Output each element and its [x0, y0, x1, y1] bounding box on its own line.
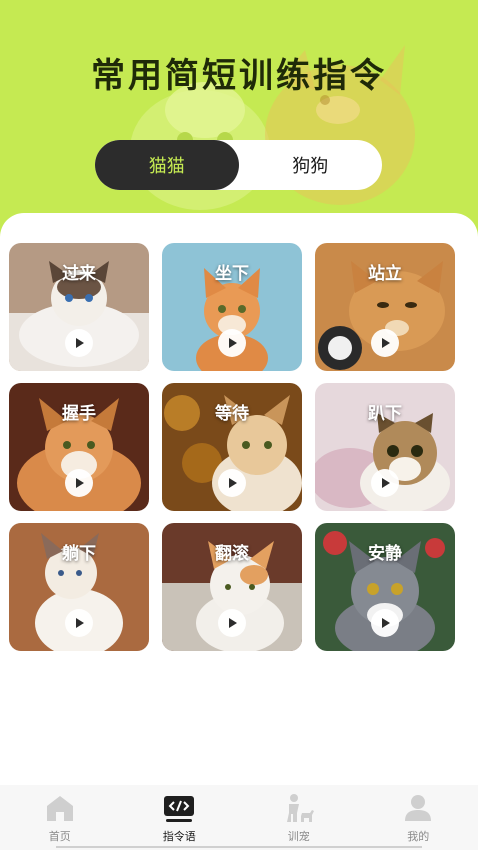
- bottom-tab-bar: 首页 指令语 训宠 我的: [0, 785, 478, 850]
- tab-train[interactable]: 训宠: [239, 785, 359, 850]
- play-icon[interactable]: [371, 469, 399, 497]
- command-label: 握手: [62, 404, 96, 424]
- command-card-quiet[interactable]: 安静: [315, 523, 455, 651]
- command-card-wait[interactable]: 等待: [162, 383, 302, 511]
- command-label: 躺下: [62, 544, 96, 564]
- play-icon[interactable]: [218, 609, 246, 637]
- tab-label: 指令语: [162, 830, 196, 843]
- tab-cat[interactable]: 猫猫: [95, 140, 239, 190]
- tab-label: 首页: [48, 830, 71, 843]
- page-title: 常用简短训练指令: [91, 56, 387, 96]
- tab-dog[interactable]: 狗狗: [239, 140, 383, 190]
- tab-commands[interactable]: 指令语: [120, 785, 240, 850]
- command-label: 安静: [368, 544, 402, 564]
- command-grid: 过来 坐下 站立 握手 等待 趴下 躺下 翻滚 安静: [9, 243, 455, 651]
- command-label: 坐下: [215, 264, 249, 284]
- home-icon: [46, 796, 73, 821]
- pet-type-switch[interactable]: 猫猫 狗狗: [95, 140, 382, 190]
- command-card-come[interactable]: 过来: [9, 243, 149, 371]
- header-banner: [0, 0, 478, 240]
- command-card-shake[interactable]: 握手: [9, 383, 149, 511]
- home-indicator: [56, 846, 422, 848]
- play-icon[interactable]: [218, 469, 246, 497]
- command-label: 翻滚: [215, 544, 249, 564]
- code-icon: [164, 796, 195, 822]
- tab-me[interactable]: 我的: [359, 785, 478, 850]
- command-label: 过来: [62, 264, 96, 284]
- tab-label: 我的: [407, 830, 430, 843]
- play-icon[interactable]: [65, 469, 93, 497]
- command-card-stand[interactable]: 站立: [315, 243, 455, 371]
- command-card-sit[interactable]: 坐下: [162, 243, 302, 371]
- play-icon[interactable]: [65, 609, 93, 637]
- command-label: 等待: [215, 404, 249, 424]
- play-icon[interactable]: [65, 329, 93, 357]
- command-panel: 过来 坐下 站立 握手 等待 趴下 躺下 翻滚 安静: [0, 213, 478, 813]
- person-dog-icon: [286, 794, 314, 822]
- tab-label: 训宠: [287, 830, 310, 843]
- command-card-roll[interactable]: 翻滚: [162, 523, 302, 651]
- tab-home[interactable]: 首页: [0, 785, 120, 850]
- play-icon[interactable]: [371, 609, 399, 637]
- user-icon: [405, 795, 432, 821]
- command-card-lie[interactable]: 躺下: [9, 523, 149, 651]
- play-icon[interactable]: [218, 329, 246, 357]
- command-card-lie-down[interactable]: 趴下: [315, 383, 455, 511]
- play-icon[interactable]: [371, 329, 399, 357]
- command-label: 趴下: [368, 404, 402, 424]
- command-label: 站立: [368, 264, 402, 284]
